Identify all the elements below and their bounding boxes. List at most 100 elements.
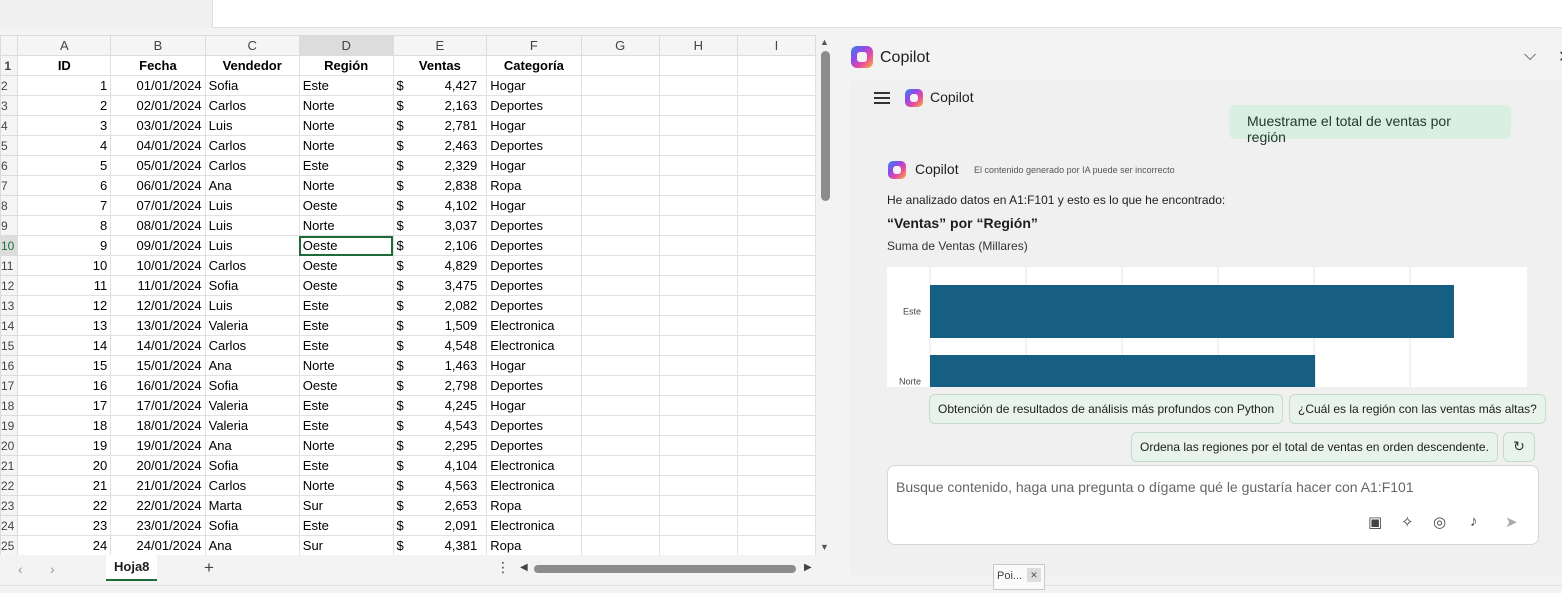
cell-region[interactable]: Sur [298,535,394,555]
cell-empty[interactable] [658,355,738,376]
cell-header-region[interactable]: Región [298,55,394,76]
cell-empty[interactable] [736,215,816,236]
cell-region[interactable]: Este [298,415,394,436]
chart-bar[interactable] [930,355,1316,387]
cell-fecha[interactable]: 17/01/2024 [110,395,206,416]
row-header[interactable]: 1 [0,55,19,76]
cell-empty[interactable] [658,115,738,136]
cell-empty[interactable] [658,475,738,496]
formula-bar[interactable] [212,0,1562,28]
chevron-down-icon[interactable]: ⌵ [1524,47,1536,65]
cell-vendedor[interactable]: Carlos [204,135,300,156]
cell-empty[interactable] [658,495,738,516]
row-header[interactable]: 13 [0,295,19,316]
column-header[interactable]: F [486,35,582,56]
bar-chart[interactable]: Este Norte [887,267,1527,387]
send-icon[interactable]: ➤ [1505,513,1518,531]
column-header[interactable]: E [392,35,488,56]
cell-categoria[interactable]: Deportes [486,255,582,276]
cell-categoria[interactable]: Hogar [486,355,582,376]
cell-fecha[interactable]: 09/01/2024 [110,235,206,256]
cell-ventas[interactable]: $2,838 [392,175,488,196]
image-icon[interactable]: ▣ [1368,513,1382,531]
cell-categoria[interactable]: Ropa [486,535,582,555]
cell-empty[interactable] [580,295,660,316]
cell-vendedor[interactable]: Sofia [204,75,300,96]
cell-fecha[interactable]: 01/01/2024 [110,75,206,96]
cell-id[interactable]: 13 [17,315,112,336]
cell-empty[interactable] [736,175,816,196]
row-header[interactable]: 11 [0,255,19,276]
cell-ventas[interactable]: $2,329 [392,155,488,176]
cell-fecha[interactable]: 15/01/2024 [110,355,206,376]
name-box-area[interactable] [0,0,212,28]
column-header[interactable]: B [110,35,206,56]
cell-ventas[interactable]: $2,106 [392,235,488,256]
cell-ventas[interactable]: $4,381 [392,535,488,555]
cell-empty[interactable] [658,255,738,276]
cell-region[interactable]: Norte [298,215,394,236]
cell-empty[interactable] [736,255,816,276]
cell-empty[interactable] [736,55,816,76]
cell-categoria[interactable]: Deportes [486,295,582,316]
cell-empty[interactable] [658,175,738,196]
cell-fecha[interactable]: 22/01/2024 [110,495,206,516]
cell-region[interactable]: Sur [298,495,394,516]
cell-empty[interactable] [658,335,738,356]
cell-categoria[interactable]: Hogar [486,395,582,416]
cell-empty[interactable] [658,135,738,156]
cell-empty[interactable] [658,375,738,396]
cell-vendedor[interactable]: Luis [204,235,300,256]
cell-fecha[interactable]: 19/01/2024 [110,435,206,456]
cell-categoria[interactable]: Deportes [486,95,582,116]
cell-region[interactable]: Oeste [298,195,394,216]
cell-vendedor[interactable]: Luis [204,115,300,136]
cell-categoria[interactable]: Electronica [486,315,582,336]
row-header[interactable]: 25 [0,535,19,555]
close-icon[interactable]: ✕ [1558,47,1562,67]
cell-region[interactable]: Este [298,395,394,416]
cell-empty[interactable] [580,195,660,216]
cell-ventas[interactable]: $1,463 [392,355,488,376]
column-header[interactable]: G [580,35,660,56]
row-header[interactable]: 12 [0,275,19,296]
cell-empty[interactable] [580,435,660,456]
row-header[interactable]: 22 [0,475,19,496]
cell-empty[interactable] [736,515,816,536]
cell-empty[interactable] [580,395,660,416]
next-sheet-icon[interactable]: › [50,561,55,577]
cell-region[interactable]: Oeste [298,375,394,396]
cell-vendedor[interactable]: Luis [204,215,300,236]
scroll-left-icon[interactable]: ◀ [520,562,528,573]
cell-categoria[interactable]: Hogar [486,155,582,176]
chart-bar[interactable] [930,285,1454,338]
cell-fecha[interactable]: 04/01/2024 [110,135,206,156]
column-header[interactable]: D [298,35,394,56]
row-header[interactable]: 15 [0,335,19,356]
cell-fecha[interactable]: 05/01/2024 [110,155,206,176]
cell-empty[interactable] [658,95,738,116]
cell-fecha[interactable]: 03/01/2024 [110,115,206,136]
cell-empty[interactable] [736,95,816,116]
cell-id[interactable]: 10 [17,255,112,276]
cell-fecha[interactable]: 11/01/2024 [110,275,206,296]
cell-region[interactable]: Norte [298,435,394,456]
cell-vendedor[interactable]: Valeria [204,395,300,416]
cell-categoria[interactable]: Electronica [486,455,582,476]
cell-region[interactable]: Este [298,455,394,476]
cell-fecha[interactable]: 16/01/2024 [110,375,206,396]
prev-sheet-icon[interactable]: ‹ [18,561,23,577]
cell-empty[interactable] [580,155,660,176]
cell-categoria[interactable]: Ropa [486,495,582,516]
cell-ventas[interactable]: $2,653 [392,495,488,516]
cell-empty[interactable] [580,95,660,116]
spreadsheet-grid[interactable]: ABCDEFGHI 1 ID Fecha Vendedor Región Ven… [0,35,816,555]
cell-region[interactable]: Oeste [298,235,394,256]
cell-ventas[interactable]: $4,102 [392,195,488,216]
cell-categoria[interactable]: Deportes [486,415,582,436]
hscroll-thumb[interactable] [534,565,796,573]
cell-ventas[interactable]: $1,509 [392,315,488,336]
cell-ventas[interactable]: $2,163 [392,95,488,116]
suggestion-sort-regions[interactable]: Ordena las regiones por el total de vent… [1131,432,1498,462]
select-all-corner[interactable] [0,35,19,56]
